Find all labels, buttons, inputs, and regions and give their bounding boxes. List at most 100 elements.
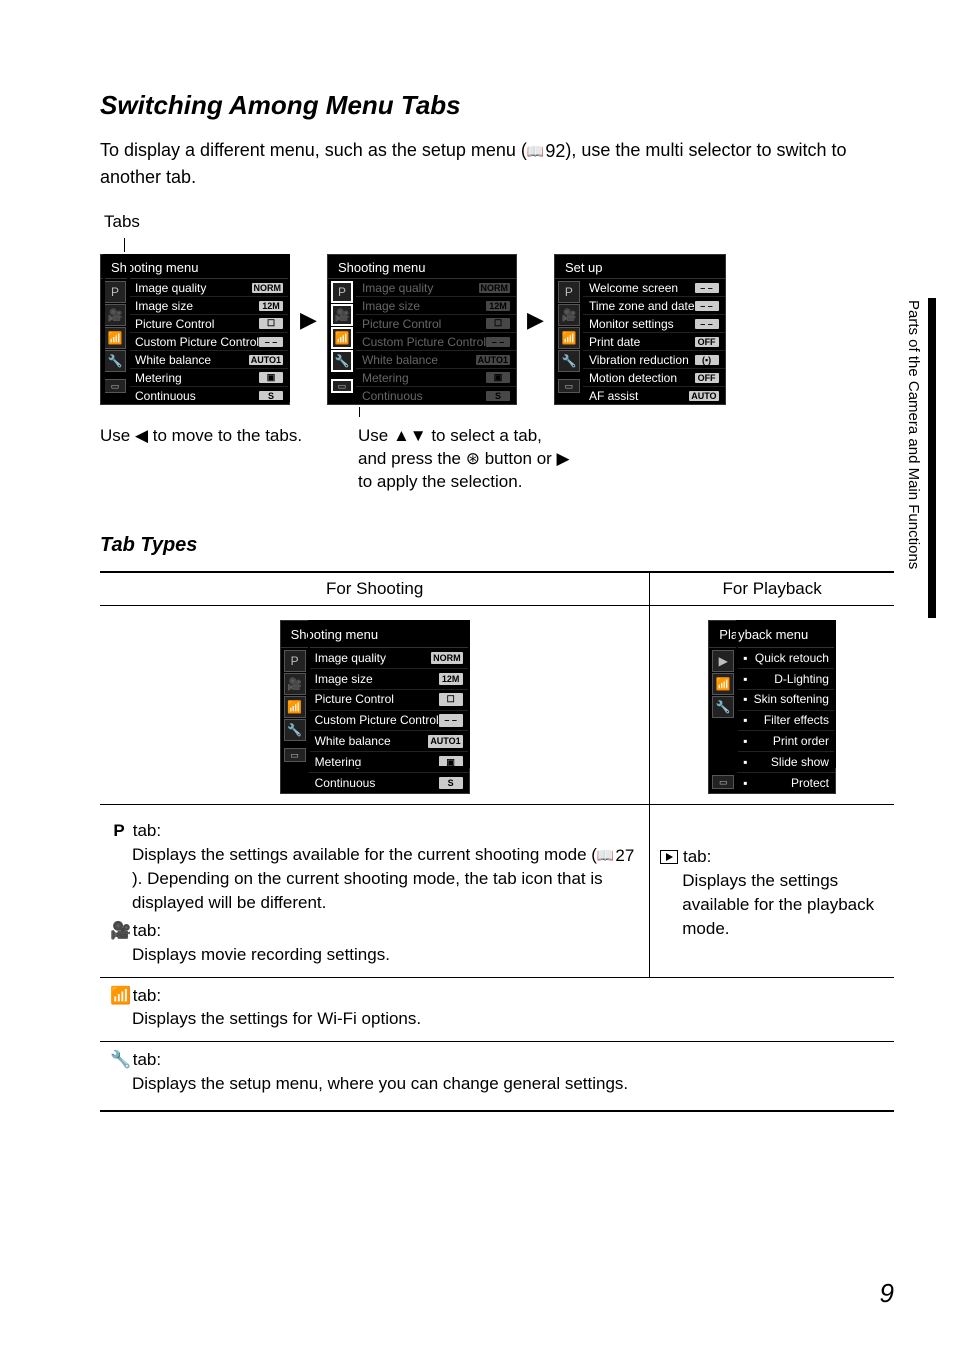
menu-item-value: NORM bbox=[479, 283, 511, 293]
menu-item: Image size12M bbox=[309, 669, 469, 690]
menu-item: Metering ▣ bbox=[129, 369, 289, 387]
menu-item: Welcome screen– – bbox=[583, 279, 725, 297]
menu-item: ▪ Protect bbox=[737, 773, 835, 793]
menu-items: Welcome screen– – Time zone and date– – Mo… bbox=[583, 279, 725, 404]
item-icon: ▪ bbox=[743, 754, 747, 771]
tab-bottom-icon: ▭ bbox=[104, 379, 126, 393]
p-desc-a: Displays the settings available for the … bbox=[132, 845, 597, 864]
menu-item: Print dateOFF bbox=[583, 333, 725, 351]
movie-symbol: 🎥 bbox=[110, 919, 128, 943]
menu-item-label: Continuous bbox=[315, 775, 376, 792]
menu-item-value: (▪) bbox=[695, 355, 719, 365]
menu-item: White balanceAUTO1 bbox=[309, 731, 469, 752]
menu-item-value: S bbox=[439, 777, 463, 790]
menu-item-value: S bbox=[486, 391, 510, 401]
tab-wifi-icon: 📶 bbox=[104, 327, 126, 349]
tab-movie-icon: 🎥 bbox=[558, 304, 580, 326]
setup-tab-desc: Displays the setup menu, where you can c… bbox=[110, 1072, 884, 1096]
book-icon: 📖 bbox=[527, 141, 544, 161]
menu-item: White balanceAUTO1 bbox=[356, 351, 516, 369]
menu-item-value: ☐ bbox=[439, 693, 463, 706]
p-desc-c: Depending on the current shooting mode, … bbox=[132, 869, 603, 912]
menu-item-value: AUTO1 bbox=[249, 355, 283, 365]
menu-item-value: NORM bbox=[431, 652, 463, 665]
side-icons: P 🎥 📶 🔧 ▭ bbox=[328, 279, 356, 404]
intro-ref-num: 92 bbox=[545, 138, 565, 164]
page-heading: Switching Among Menu Tabs bbox=[100, 90, 894, 121]
menu-item: Image quality NORM bbox=[356, 279, 516, 297]
menu-item-value: – – bbox=[439, 714, 463, 727]
menu-item-label: AF assist bbox=[589, 389, 638, 403]
menu-item-label: Picture Control bbox=[135, 317, 214, 331]
tab-bottom-icon: ▭ bbox=[284, 748, 306, 762]
tab-bottom-icon: ▭ bbox=[558, 379, 580, 393]
menu-item-value: AUTO bbox=[689, 391, 718, 401]
menu-item-value: 12M bbox=[259, 301, 283, 311]
p-symbol: P bbox=[110, 819, 128, 843]
menu-item: White balance AUTO1 bbox=[129, 351, 289, 369]
tab-setup-icon: 🔧 bbox=[104, 350, 126, 372]
tab-types-table: For Shooting For Playback Shooting menu … bbox=[100, 571, 894, 1112]
menu-item: ▪Quick retouch bbox=[737, 648, 835, 669]
tab-setup-icon: 🔧 bbox=[712, 696, 734, 718]
book-icon: 📖 bbox=[597, 846, 614, 866]
tab-bottom-icon: ▭ bbox=[331, 379, 353, 393]
menu-item-label: Image quality bbox=[315, 650, 386, 667]
page-number: 9 bbox=[880, 1278, 894, 1309]
menu-item-label: D-Lighting bbox=[774, 671, 829, 688]
side-icons: P 🎥 📶 🔧 ▭ bbox=[555, 279, 583, 404]
menu-item-value: – – bbox=[695, 319, 719, 329]
menu-item: ▪ Filter effects bbox=[737, 711, 835, 732]
arrow-icon: ▶ bbox=[300, 307, 317, 333]
p-tab-desc: Displays the settings available for the … bbox=[110, 843, 639, 915]
menu-item-value: ☐ bbox=[259, 318, 283, 329]
tab-movie-icon: 🎥 bbox=[331, 304, 353, 326]
item-icon: ▪ bbox=[743, 775, 747, 792]
menu-item-label: Filter effects bbox=[764, 712, 829, 729]
menu-item-value: – – bbox=[486, 337, 510, 347]
caption-2: Use ▲▼ to select a tab, and press the ⊛ … bbox=[358, 425, 574, 494]
menu-item: Image quality NORM bbox=[309, 648, 469, 669]
wifi-symbol: 📶 bbox=[110, 984, 128, 1008]
item-icon: ▪ bbox=[743, 733, 747, 750]
menu-item-label: Monitor settings bbox=[589, 317, 674, 331]
menu-item-value: ▣ bbox=[259, 372, 283, 383]
menu-item-value: – – bbox=[695, 283, 719, 293]
side-icons: P 🎥 📶 🔧 ▭ bbox=[281, 648, 309, 793]
menu-item: ▪Skin softening bbox=[737, 690, 835, 711]
book-ref: 📖27 bbox=[597, 844, 634, 868]
tabs-pointer-line bbox=[124, 238, 125, 252]
menu-item-label: Time zone and date bbox=[589, 299, 695, 313]
menu-items: Image qualityNORMImage size12MPicture Co… bbox=[356, 279, 516, 404]
menu-item-label: Metering bbox=[315, 754, 362, 771]
menu-item: Picture Control☐ bbox=[356, 315, 516, 333]
p-desc-b: ). bbox=[132, 869, 142, 888]
menu-item-label: White balance bbox=[135, 353, 211, 367]
menu-item: Picture Control ☐ bbox=[129, 315, 289, 333]
menu-item: Motion detectionOFF bbox=[583, 369, 725, 387]
caption-1: Use ◀ to move to the tabs. bbox=[100, 425, 316, 448]
menu-item: Continuous S bbox=[129, 387, 289, 404]
side-icons: ▶ 📶 🔧 ▭ bbox=[709, 648, 737, 793]
menu-item-label: Protect bbox=[791, 775, 829, 792]
menu-item-label: Image size bbox=[362, 299, 420, 313]
menu-item-value: S bbox=[259, 391, 283, 401]
p-ref-num: 27 bbox=[615, 844, 634, 868]
intro-text: To display a different menu, such as the… bbox=[100, 137, 894, 190]
menu-item-label: Metering bbox=[135, 371, 182, 385]
menu-item-label: Image quality bbox=[362, 281, 433, 295]
menu-item-label: Image size bbox=[135, 299, 193, 313]
tab-wifi-icon: 📶 bbox=[331, 327, 353, 349]
item-icon: ▪ bbox=[743, 712, 747, 729]
menu-item: AF assist AUTO bbox=[583, 387, 725, 404]
menu-screens-row: Shooting menu P 🎥 📶 🔧 ▭ Image qualityNOR… bbox=[100, 254, 894, 405]
menu-item-label: Custom Picture Control bbox=[315, 712, 439, 729]
tab-wifi-icon: 📶 bbox=[712, 673, 734, 695]
menu-item: Metering▣ bbox=[356, 369, 516, 387]
menu-item-label: Continuous bbox=[135, 389, 196, 403]
th-shooting: For Shooting bbox=[100, 572, 650, 606]
tabs-label: Tabs bbox=[104, 212, 894, 232]
tab-p-icon: P bbox=[558, 281, 580, 303]
tab-wifi-icon: 📶 bbox=[284, 696, 306, 718]
tab-label: tab: bbox=[128, 821, 161, 840]
